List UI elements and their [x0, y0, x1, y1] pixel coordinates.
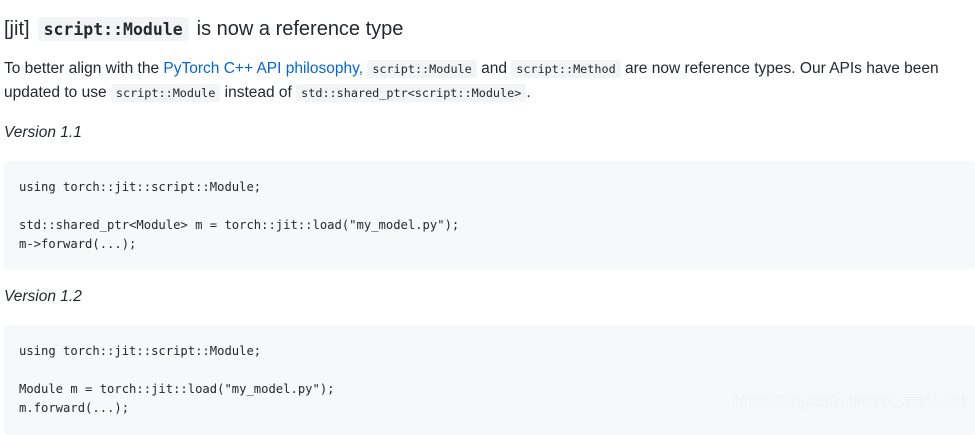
inline-code: script::Module [367, 60, 477, 78]
paragraph-text: . [526, 84, 531, 101]
paragraph-text: instead of [224, 84, 292, 101]
paragraph-line-1: To better align with the PyTorch C++ API… [4, 57, 974, 81]
paragraph-text: and [481, 60, 507, 77]
paragraph-text: are now reference types. Our APIs have b… [625, 60, 939, 77]
code-block-version-1-2[interactable]: using torch::jit::script::Module; Module… [4, 325, 975, 435]
version-label: Version 1.1 [4, 124, 82, 141]
pytorch-api-philosophy-link[interactable]: PyTorch C++ API philosophy, [163, 60, 363, 77]
version-label: Version 1.2 [4, 288, 82, 305]
code-line: m->forward(...); [19, 237, 137, 251]
heading-suffix: is now a reference type [196, 17, 404, 40]
paragraph-text: updated to use [4, 84, 107, 101]
watermark-text: https://blog.csdn.net/zzz_zzz12138 [733, 393, 967, 410]
code-line: using torch::jit::script::Module; [19, 180, 262, 194]
code-block-version-1-1[interactable]: using torch::jit::script::Module; std::s… [4, 161, 975, 269]
inline-code: script::Module [110, 84, 221, 102]
paragraph-text: To better align with the [4, 60, 160, 77]
section-heading: [jit] script::Module is now a reference … [4, 14, 403, 44]
code-line: std::shared_ptr<Module> m = torch::jit::… [19, 218, 460, 232]
inline-code: script::Method [511, 60, 621, 78]
heading-code: script::Module [37, 17, 189, 41]
inline-code: std::shared_ptr<script::Module> [296, 84, 527, 102]
paragraph-line-2: updated to use script::Module instead of… [4, 81, 974, 105]
code-line: using torch::jit::script::Module; [19, 344, 262, 358]
heading-tag: [jit] [4, 17, 30, 40]
description-paragraph: To better align with the PyTorch C++ API… [4, 57, 974, 105]
